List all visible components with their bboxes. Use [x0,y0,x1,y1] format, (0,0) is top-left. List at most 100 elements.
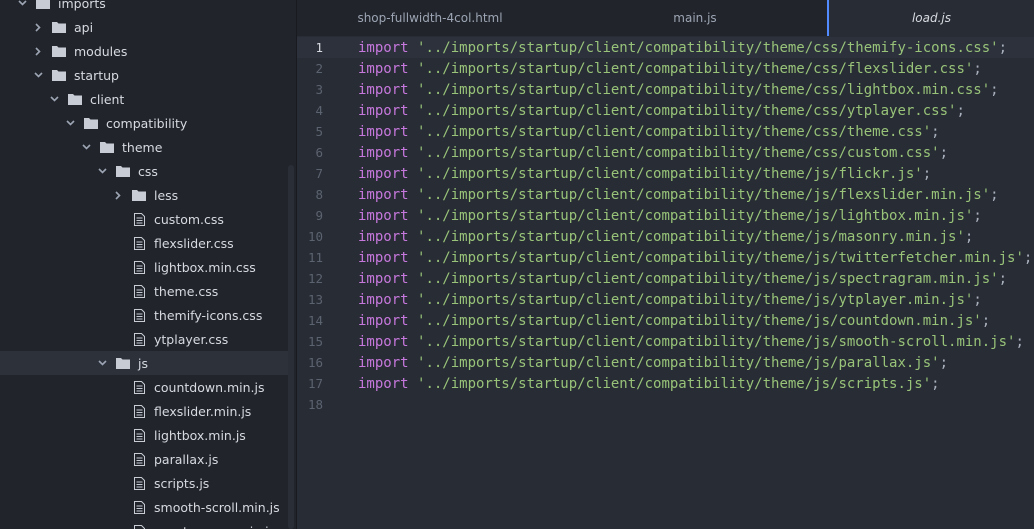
file-icon [132,332,146,346]
tree-folder-api[interactable]: api [0,15,290,39]
code-line[interactable]: 2 import '../imports/startup/client/compa… [297,58,1034,79]
chevron-down-icon[interactable] [96,165,108,177]
file-icon [132,404,146,418]
code-line[interactable]: 7 import '../imports/startup/client/compa… [297,163,1034,184]
chevron-right-icon[interactable] [112,189,124,201]
chevron-down-icon[interactable] [96,357,108,369]
tree-item-label: compatibility [106,115,188,131]
semicolon-token: ; [981,312,991,329]
tree-folder-js[interactable]: js [0,351,290,375]
semicolon-token: ; [998,270,1008,287]
tree-file-lightbox-min-css[interactable]: lightbox.min.css [0,255,290,279]
tree-file-custom-css[interactable]: custom.css [0,207,290,231]
folder-icon [68,92,82,106]
tree-file-lightbox-min-js[interactable]: lightbox.min.js [0,423,290,447]
file-icon [132,284,146,298]
file-icon [132,452,146,466]
file-icon [132,476,146,490]
string-token: '../imports/startup/client/compatibility… [417,228,965,245]
string-token: '../imports/startup/client/compatibility… [417,249,1024,266]
line-number: 4 [315,103,323,118]
code-line[interactable]: 14 import '../imports/startup/client/comp… [297,310,1034,331]
code-line[interactable]: 10 import '../imports/startup/client/comp… [297,226,1034,247]
string-token: '../imports/startup/client/compatibility… [417,375,932,392]
chevron-down-icon[interactable] [32,69,44,81]
tree-folder-theme[interactable]: theme [0,135,290,159]
semicolon-token: ; [956,102,965,119]
code-line[interactable]: 15 import '../imports/startup/client/comp… [297,331,1034,352]
tree-file-flexslider-min-js[interactable]: flexslider.min.js [0,399,290,423]
chevron-down-icon[interactable] [16,0,28,9]
tree-folder-css[interactable]: css [0,159,290,183]
line-number: 16 [307,355,323,370]
file-icon [132,308,146,322]
string-token: '../imports/startup/client/compatibility… [417,354,940,371]
file-icon [132,260,146,274]
code-line[interactable]: 8 import '../imports/startup/client/compa… [297,184,1034,205]
tab-label: shop-fullwidth-4col.html [357,11,503,25]
code-line[interactable]: 1 import '../imports/startup/client/compa… [297,37,1034,58]
keyword-token: import [358,333,409,350]
line-number: 15 [307,334,323,349]
tree-item-label: countdown.min.js [154,379,265,395]
chevron-down-icon[interactable] [64,117,76,129]
tree-folder-less[interactable]: less [0,183,290,207]
string-token: '../imports/startup/client/compatibility… [417,312,982,329]
tree-folder-startup[interactable]: startup [0,63,290,87]
code-line[interactable]: 17 import '../imports/startup/client/comp… [297,373,1034,394]
chevron-down-icon[interactable] [80,141,92,153]
tree-folder-modules[interactable]: modules [0,39,290,63]
string-token: '../imports/startup/client/compatibility… [417,333,1016,350]
tree-file-parallax-js[interactable]: parallax.js [0,447,290,471]
tree-item-label: flexslider.min.js [154,403,252,419]
keyword-token: import [358,270,409,287]
code-editor[interactable]: 1 import '../imports/startup/client/compa… [297,36,1034,529]
code-line[interactable]: 11 import '../imports/startup/client/comp… [297,247,1034,268]
string-token: '../imports/startup/client/compatibility… [417,144,940,161]
tree-file-ytplayer-css[interactable]: ytplayer.css [0,327,290,351]
tree-item-label: themify-icons.css [154,307,263,323]
tree-file-theme-css[interactable]: theme.css [0,279,290,303]
chevron-right-icon[interactable] [32,21,44,33]
tree-scrollbar[interactable] [288,165,294,529]
keyword-token: import [358,144,409,161]
string-token: '../imports/startup/client/compatibility… [417,102,957,119]
chevron-down-icon[interactable] [48,93,60,105]
code-line[interactable]: 12 import '../imports/startup/client/comp… [297,268,1034,289]
tab-shop-fullwidth[interactable]: shop-fullwidth-4col.html [297,0,563,36]
line-number: 13 [307,292,323,307]
code-line[interactable]: 5 import '../imports/startup/client/compa… [297,121,1034,142]
chevron-right-icon[interactable] [32,45,44,57]
tree-file-countdown-min-js[interactable]: countdown.min.js [0,375,290,399]
tab-main-js[interactable]: main.js [563,0,827,36]
tree-folder-imports[interactable]: imports [0,0,290,15]
code-line[interactable]: 18 [297,394,1034,415]
tree-file-scripts-js[interactable]: scripts.js [0,471,290,495]
tree-file-themify-icons-css[interactable]: themify-icons.css [0,303,290,327]
tab-load-js[interactable]: load.js [827,0,1034,36]
code-line[interactable]: 16 import '../imports/startup/client/comp… [297,352,1034,373]
code-line[interactable]: 3 import '../imports/startup/client/compa… [297,79,1034,100]
file-icon [132,236,146,250]
tab-bar: shop-fullwidth-4col.html main.js load.js [297,0,1034,36]
code-line[interactable]: 4 import '../imports/startup/client/compa… [297,100,1034,121]
code-line[interactable]: 6 import '../imports/startup/client/compa… [297,142,1034,163]
code-line[interactable]: 9 import '../imports/startup/client/compa… [297,205,1034,226]
keyword-token: import [358,228,409,245]
keyword-token: import [358,60,409,77]
semicolon-token: ; [1015,333,1024,350]
tree-file-spectragram-min-js[interactable]: spectragram.min.js [0,519,290,529]
tree-folder-compatibility[interactable]: compatibility [0,111,290,135]
tree-file-flexslider-css[interactable]: flexslider.css [0,231,290,255]
line-number: 1 [315,40,323,55]
string-token: '../imports/startup/client/compatibility… [417,81,991,98]
code-line[interactable]: 13 import '../imports/startup/client/comp… [297,289,1034,310]
tree-file-smooth-scroll-min-js[interactable]: smooth-scroll.min.js [0,495,290,519]
file-icon [132,428,146,442]
tree-folder-client[interactable]: client [0,87,290,111]
